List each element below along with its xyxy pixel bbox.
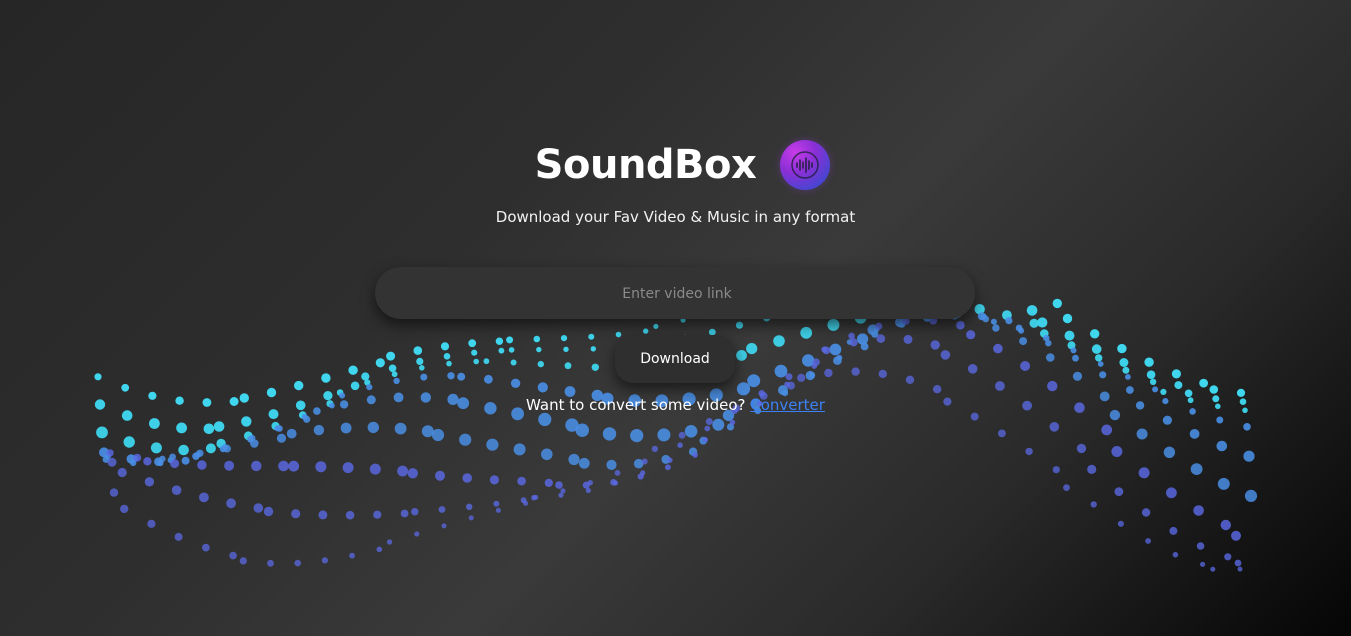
soundwave-icon — [780, 140, 831, 190]
brand-header: SoundBox — [0, 140, 1351, 190]
convert-prompt-line: Want to convert some video? Converter — [0, 396, 1351, 414]
tagline: Download your Fav Video & Music in any f… — [495, 208, 856, 226]
video-link-input[interactable] — [375, 267, 979, 321]
download-button[interactable]: Download — [615, 335, 735, 383]
convert-prompt-text: Want to convert some video? — [526, 396, 746, 414]
video-link-field[interactable] — [375, 267, 979, 321]
converter-link[interactable]: Converter — [750, 396, 825, 414]
app-title: SoundBox — [534, 142, 757, 188]
hero-section: SoundBox Download your Fav Video & Music… — [0, 0, 1351, 636]
